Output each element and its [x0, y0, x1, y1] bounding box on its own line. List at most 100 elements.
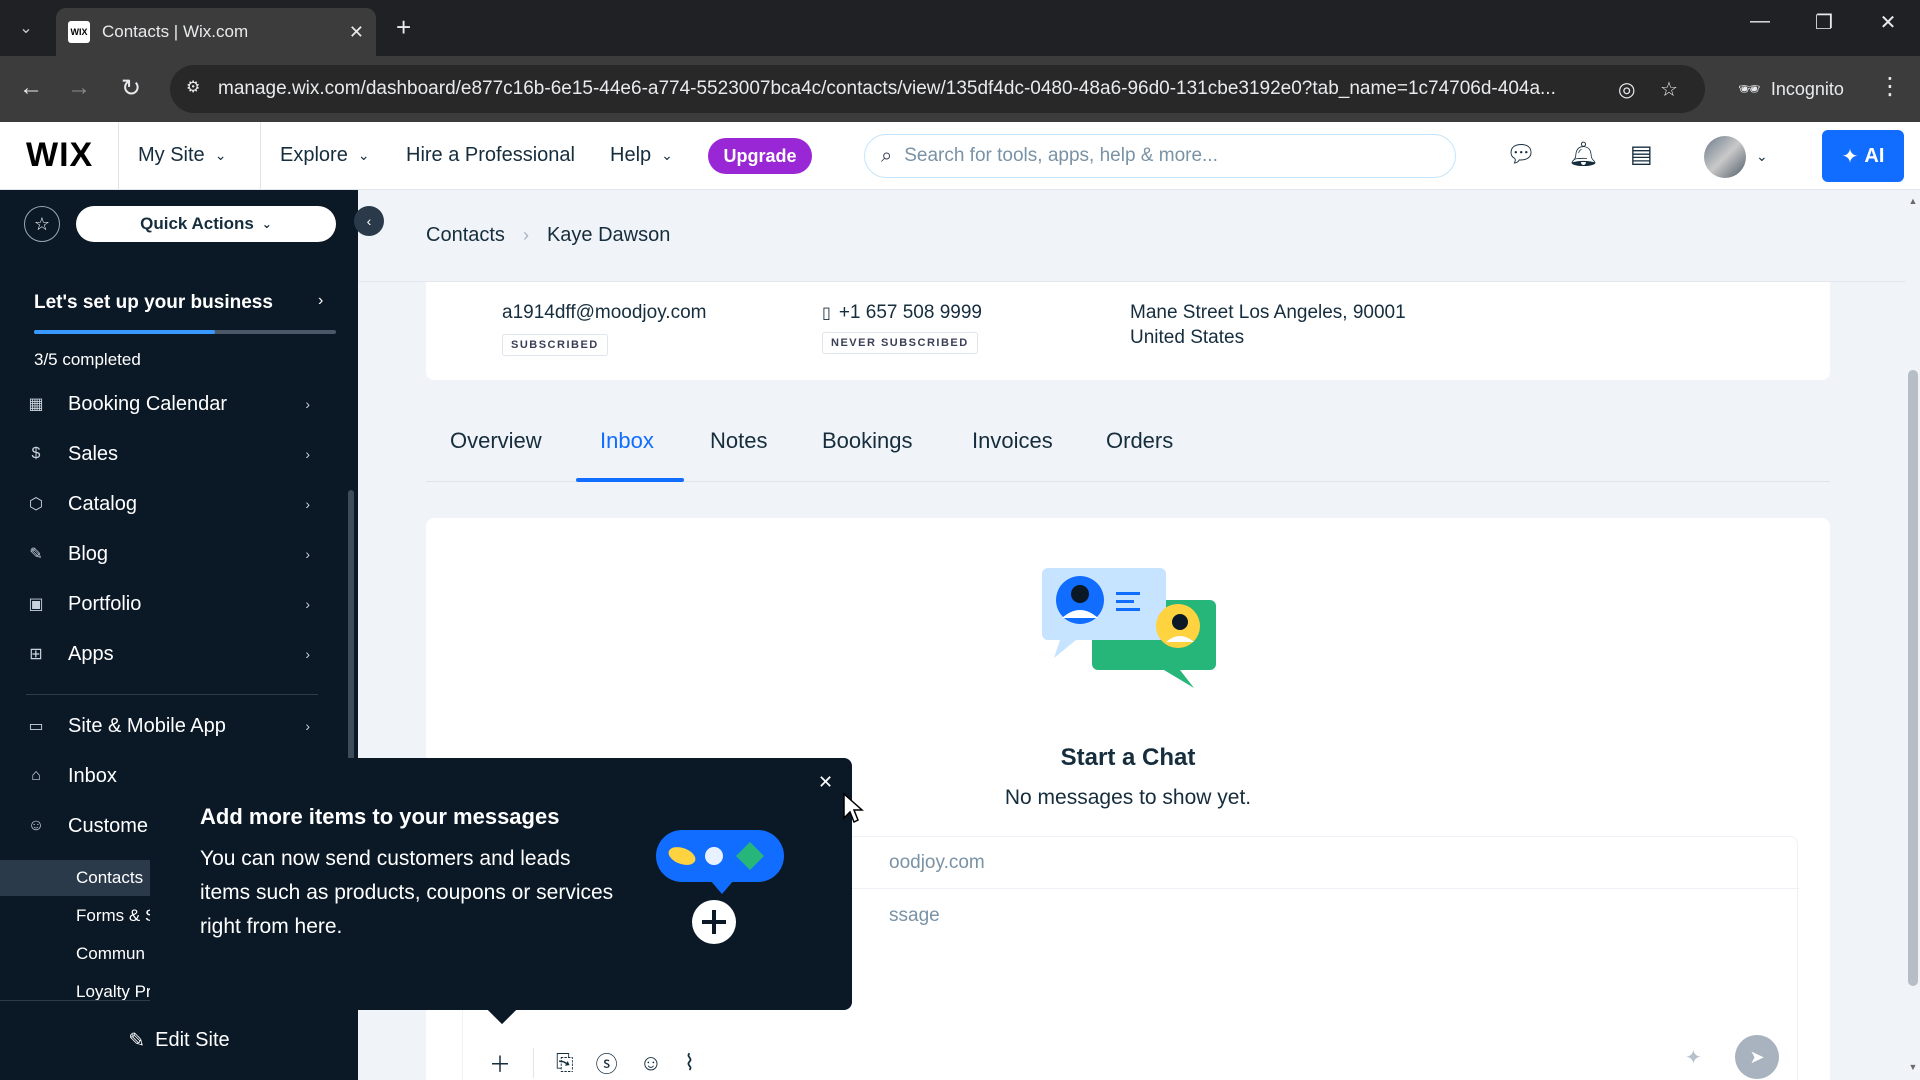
payment-icon[interactable]: ⓢ [596, 1047, 618, 1079]
feature-popover: ✕ Add more items to your messages You ca… [150, 758, 852, 1010]
active-tab-indicator [576, 478, 684, 482]
bookmark-star-icon[interactable]: ☆ [1660, 77, 1678, 102]
scroll-down-icon[interactable]: ▼ [1906, 1062, 1920, 1072]
sidebar-item-label: Apps [68, 642, 114, 665]
bell-icon[interactable]: 🔔︎ [1568, 140, 1598, 169]
avatar[interactable] [1704, 136, 1746, 178]
edit-site-button[interactable]: ✎ Edit Site [0, 1000, 358, 1080]
browser-menu-icon[interactable]: ⋮ [1878, 72, 1902, 101]
search-input[interactable]: ⌕ Search for tools, apps, help & more... [864, 134, 1456, 178]
quick-reply-icon[interactable]: ⎘ [556, 1050, 574, 1076]
my-site-menu[interactable]: My Site ⌄ [138, 144, 226, 167]
contact-address: Mane Street Los Angeles, 90001 United St… [1130, 300, 1406, 350]
window-close-icon[interactable]: ✕ [1868, 10, 1908, 35]
sidebar-item-portfolio[interactable]: ▣ Portfolio › [0, 582, 340, 626]
ai-button[interactable]: ✦ AI [1822, 130, 1904, 182]
sidebar-scrollbar[interactable] [348, 490, 354, 770]
contact-phone[interactable]: ▯ +1 657 508 9999 [822, 302, 982, 324]
sidebar-item-apps[interactable]: ⊞ Apps › [0, 632, 340, 676]
chevron-down-icon: ⌄ [214, 147, 227, 163]
reload-icon[interactable]: ↻ [114, 74, 148, 103]
sidebar-item-sales[interactable]: $ Sales › [0, 432, 340, 476]
toolbar-divider [533, 1048, 535, 1078]
add-item-icon[interactable]: ＋ [489, 1047, 511, 1079]
sidebar-item-label: Site & Mobile App [68, 714, 226, 737]
url-field[interactable]: ⚙ manage.wix.com/dashboard/e877c16b-6e15… [170, 65, 1705, 113]
add-items-illustration-icon [656, 830, 784, 944]
chevron-right-icon: › [305, 546, 310, 562]
sidebar-item-label: Catalog [68, 492, 137, 515]
browser-tab-bar: ⌄ WIX Contacts | Wix.com ✕ + — ❐ ✕ [0, 0, 1920, 56]
close-icon[interactable]: ✕ [818, 772, 833, 793]
chevron-right-icon[interactable]: › [318, 292, 323, 310]
address-line-1: Mane Street Los Angeles, 90001 [1130, 302, 1406, 323]
chevron-right-icon: › [305, 596, 310, 612]
pen-icon: ✎ [29, 546, 43, 563]
tab-inbox[interactable]: Inbox [600, 428, 654, 454]
chevron-down-icon[interactable]: ⌄ [1756, 148, 1768, 165]
chevron-right-icon: › [305, 396, 310, 412]
portfolio-icon: ▣ [28, 596, 44, 613]
sidebar-item-label: Booking Calendar [68, 392, 227, 415]
chevron-down-icon: ⌄ [661, 147, 673, 163]
incognito-label: Incognito [1770, 78, 1844, 99]
wix-logo[interactable]: WIX [26, 136, 93, 175]
apps-icon: ⊞ [29, 646, 43, 663]
chevron-down-icon: ⌄ [261, 217, 272, 231]
search-placeholder: Search for tools, apps, help & more... [904, 145, 1218, 166]
browser-tab[interactable]: WIX Contacts | Wix.com ✕ [56, 8, 376, 56]
incognito-indicator[interactable]: 🕶 Incognito [1722, 65, 1860, 113]
site-info-icon[interactable]: ⚙ [186, 77, 200, 97]
send-button[interactable]: ➤ [1735, 1035, 1779, 1079]
tab-search-chevron-icon[interactable]: ⌄ [8, 10, 44, 46]
contact-tabs: Overview Inbox Notes Bookings Invoices O… [426, 410, 1830, 482]
emoji-icon[interactable]: ☺ [640, 1050, 662, 1076]
quick-actions-button[interactable]: Quick Actions ⌄ [76, 206, 336, 242]
tab-notes[interactable]: Notes [710, 428, 767, 454]
divider [260, 122, 261, 190]
collapse-sidebar-icon[interactable]: ‹ [354, 206, 384, 236]
sidebar-item-booking-calendar[interactable]: ▦ Booking Calendar › [0, 382, 340, 426]
sidebar-item-blog[interactable]: ✎ Blog › [0, 532, 340, 576]
tab-overview[interactable]: Overview [450, 428, 542, 454]
restore-icon[interactable]: ❐ [1804, 10, 1844, 35]
star-icon[interactable]: ☆ [24, 206, 60, 242]
hire-professional-link[interactable]: Hire a Professional [406, 144, 575, 167]
pencil-icon: ✎ [128, 1030, 146, 1052]
setup-title[interactable]: Let's set up your business [34, 292, 273, 314]
chevron-right-icon: › [522, 225, 529, 245]
catalog-icon: ⬡ [29, 496, 43, 513]
explore-menu[interactable]: Explore ⌄ [280, 144, 370, 167]
tab-invoices[interactable]: Invoices [972, 428, 1053, 454]
scroll-up-icon[interactable]: ▲ [1906, 196, 1920, 206]
search-icon: ⌕ [881, 144, 893, 167]
help-menu[interactable]: Help ⌄ [610, 144, 673, 167]
contact-email[interactable]: a1914dff@moodjoy.com [502, 302, 706, 324]
phone-status-badge: NEVER SUBSCRIBED [822, 332, 978, 354]
minimize-icon[interactable]: — [1740, 10, 1780, 33]
tab-bookings[interactable]: Bookings [822, 428, 913, 454]
eye-off-icon[interactable]: ◎ [1618, 77, 1635, 102]
back-icon[interactable]: ← [14, 74, 48, 102]
upgrade-button[interactable]: Upgrade [708, 138, 812, 174]
send-icon: ➤ [1749, 1046, 1765, 1067]
page-scrollbar-thumb[interactable] [1908, 370, 1918, 986]
news-icon[interactable]: ▤ [1630, 140, 1653, 169]
composer-toolbar: ＋ ⎘ ⓢ ☺ ⌇ [489, 1047, 695, 1079]
sidebar-item-label: Sales [68, 442, 119, 465]
attachment-icon[interactable]: ⌇ [684, 1050, 695, 1076]
forward-icon[interactable]: → [62, 74, 96, 102]
new-tab-icon[interactable]: + [396, 12, 411, 43]
sidebar-item-catalog[interactable]: ⬡ Catalog › [0, 482, 340, 526]
tab-orders[interactable]: Orders [1106, 428, 1173, 454]
sidebar-divider [26, 694, 318, 695]
breadcrumb-contacts-link[interactable]: Contacts [426, 224, 505, 247]
sidebar-item-site-mobile-app[interactable]: ▭ Site & Mobile App › [0, 704, 340, 748]
tab-close-icon[interactable]: ✕ [349, 22, 364, 43]
chat-icon[interactable]: 💬︎ [1506, 140, 1536, 169]
my-site-label: My Site [138, 144, 205, 166]
ai-assist-icon[interactable]: ✦ [1685, 1045, 1702, 1070]
browser-address-bar: ← → ↻ ⚙ manage.wix.com/dashboard/e877c16… [0, 56, 1920, 122]
sidebar-item-label: Custome [68, 814, 149, 837]
customers-icon: ☺ [27, 817, 45, 834]
